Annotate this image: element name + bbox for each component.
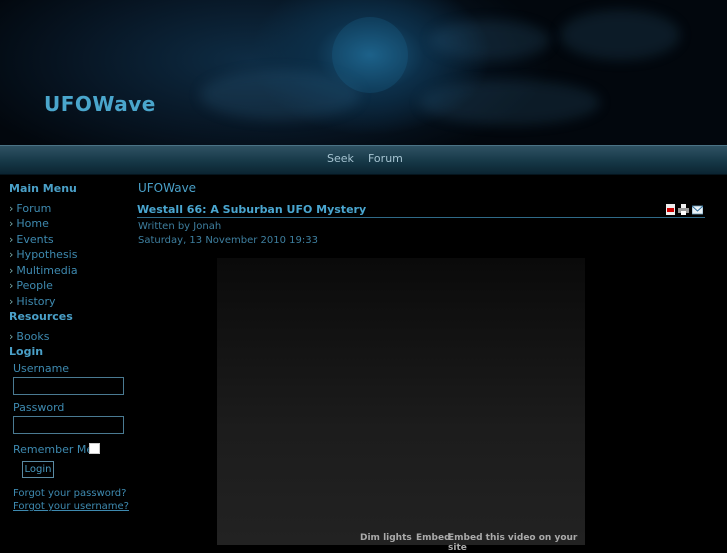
article-title[interactable]: Westall 66: A Suburban UFO Mystery — [137, 203, 366, 216]
sidebar-item-label: Events — [16, 233, 54, 246]
sidebar-item-label: Hypothesis — [16, 248, 78, 261]
chevron-right-icon: › — [9, 264, 14, 277]
dim-lights-button[interactable]: Dim lights — [360, 533, 412, 543]
remember-me-label: Remember Me — [13, 443, 94, 456]
sidebar-item-label: Books — [16, 330, 50, 343]
embed-button[interactable]: Embed — [416, 533, 451, 543]
username-label: Username — [13, 362, 70, 375]
video-player[interactable] — [217, 258, 585, 545]
print-icon[interactable] — [678, 204, 689, 215]
resources-heading: Resources — [9, 310, 73, 323]
sidebar-item-events[interactable]: › Events — [9, 233, 54, 246]
sidebar-item-multimedia[interactable]: › Multimedia — [9, 264, 78, 277]
site-header: UFOWave — [0, 0, 727, 145]
login-heading: Login — [9, 345, 44, 358]
sidebar-item-label: Home — [16, 217, 49, 230]
divider — [137, 217, 705, 218]
chevron-right-icon: › — [9, 279, 14, 292]
forgot-username-link[interactable]: Forgot your username? — [13, 501, 129, 512]
article-date: Saturday, 13 November 2010 19:33 — [138, 235, 318, 246]
top-navbar: Seek Forum — [0, 145, 727, 175]
password-field[interactable] — [13, 416, 124, 434]
chevron-right-icon: › — [9, 248, 14, 261]
login-button[interactable]: Login — [22, 461, 54, 478]
nav-forum[interactable]: Forum — [368, 152, 403, 165]
remember-me-checkbox[interactable] — [89, 443, 100, 454]
content-heading: UFOWave — [138, 181, 197, 195]
embed-video-text: Embed this video on your site — [448, 533, 578, 553]
sidebar-item-forum[interactable]: › Forum — [9, 202, 51, 215]
main-menu-heading: Main Menu — [9, 182, 77, 195]
nav-seek[interactable]: Seek — [327, 152, 354, 165]
sidebar-item-home[interactable]: › Home — [9, 217, 49, 230]
sidebar-item-history[interactable]: › History — [9, 295, 56, 308]
chevron-right-icon: › — [9, 233, 14, 246]
sidebar-item-people[interactable]: › People — [9, 279, 53, 292]
password-label: Password — [13, 401, 65, 414]
forgot-password-link[interactable]: Forgot your password? — [13, 488, 126, 499]
chevron-right-icon: › — [9, 295, 14, 308]
sidebar-item-label: History — [16, 295, 56, 308]
sidebar-item-books[interactable]: › Books — [9, 330, 50, 343]
video-toolbar: Dim lights Embed Embed this video on you… — [217, 533, 585, 553]
sidebar-item-label: People — [16, 279, 53, 292]
chevron-right-icon: › — [9, 330, 14, 343]
article-author: Written by Jonah — [138, 221, 222, 232]
chevron-right-icon: › — [9, 217, 14, 230]
site-title[interactable]: UFOWave — [44, 92, 156, 116]
sidebar-item-hypothesis[interactable]: › Hypothesis — [9, 248, 77, 261]
sidebar-item-label: Multimedia — [16, 264, 78, 277]
chevron-right-icon: › — [9, 202, 14, 215]
email-icon[interactable] — [692, 204, 703, 215]
username-field[interactable] — [13, 377, 124, 395]
pdf-icon[interactable] — [665, 204, 676, 215]
moon-icon — [332, 17, 408, 93]
sidebar-item-label: Forum — [16, 202, 52, 215]
